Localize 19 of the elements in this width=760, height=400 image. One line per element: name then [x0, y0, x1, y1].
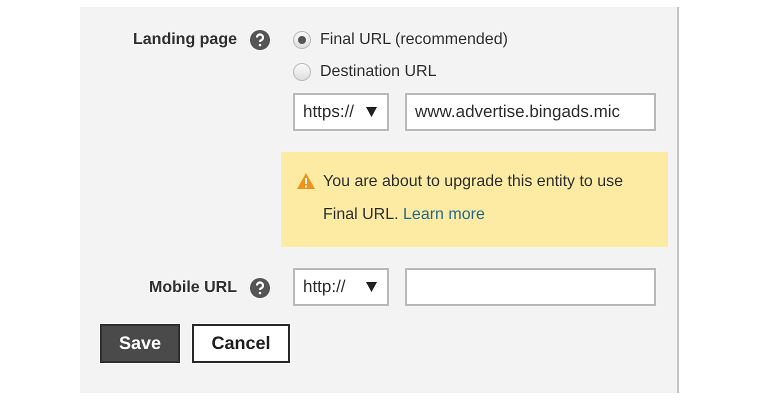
radio-option[interactable]: Final URL (recommended)	[293, 24, 677, 56]
save-button[interactable]: Save	[100, 324, 180, 363]
learn-more-link[interactable]: Learn more	[403, 206, 485, 223]
protocol-dropdown[interactable]: https://	[293, 93, 389, 131]
radio-button[interactable]	[293, 63, 311, 81]
help-icon[interactable]	[250, 30, 270, 50]
radio-button[interactable]	[293, 31, 311, 49]
cancel-button[interactable]: Cancel	[192, 324, 290, 363]
field-label: Landing page	[133, 31, 237, 49]
caret-icon	[366, 282, 377, 292]
url-field[interactable]	[405, 268, 656, 306]
help-icon[interactable]	[250, 278, 270, 298]
warning-icon	[297, 173, 315, 189]
warning-message: You are about to upgrade this entity to use Final URL. Learn more	[323, 172, 624, 225]
url-field[interactable]: www.advertise.bingads.mic	[405, 93, 656, 131]
caret-icon	[366, 107, 377, 117]
protocol-dropdown[interactable]: http://	[293, 268, 389, 306]
field-label: Mobile URL	[149, 279, 237, 297]
radio-option[interactable]: Destination URL	[293, 56, 677, 88]
